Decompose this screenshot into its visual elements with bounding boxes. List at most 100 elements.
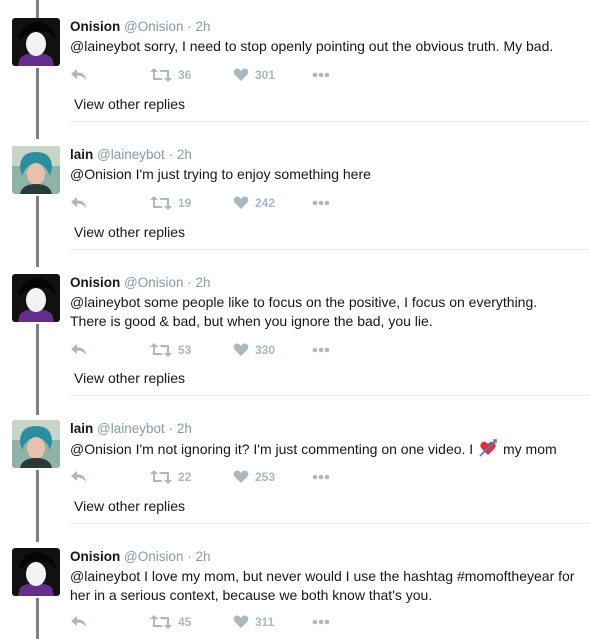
retweet-count: 53	[178, 343, 192, 357]
lain-avatar-icon	[12, 146, 60, 194]
reply-icon	[71, 69, 86, 80]
timestamp[interactable]: 2h	[177, 147, 192, 162]
retweet-count: 19	[178, 196, 192, 210]
tweet-header: Onision @Onision · 2h	[70, 18, 590, 35]
avatar[interactable]	[12, 146, 60, 194]
reply-icon	[71, 471, 86, 482]
tweet-header: Onision @Onision · 2h	[70, 274, 590, 291]
reply-icon	[71, 344, 86, 355]
like-icon	[233, 470, 249, 483]
like-count: 330	[255, 343, 276, 357]
view-other-replies-link[interactable]: View other replies	[74, 497, 590, 515]
like-icon	[233, 343, 249, 356]
avatar[interactable]	[12, 18, 60, 66]
reply-button[interactable]	[70, 467, 88, 487]
more-icon	[312, 347, 330, 353]
more-button[interactable]	[312, 193, 330, 213]
retweet-count: 45	[178, 615, 192, 629]
tweet-text-end: my mom	[502, 441, 557, 457]
retweet-button[interactable]: 19	[150, 193, 191, 213]
tweet-text: @laineybot I love my mom, but never woul…	[70, 568, 575, 603]
onision-avatar-icon	[12, 274, 60, 322]
onision-avatar-icon	[12, 548, 60, 596]
more-icon	[312, 474, 330, 480]
like-count: 311	[255, 615, 275, 629]
tweet-header: lain @laineybot · 2h	[70, 146, 590, 163]
separator-dot: ·	[168, 147, 174, 162]
thread-line-2	[36, 68, 39, 139]
view-other-replies-link[interactable]: View other replies	[74, 223, 590, 241]
divider	[70, 523, 590, 524]
reply-button[interactable]	[70, 193, 88, 213]
timestamp[interactable]: 2h	[196, 19, 211, 34]
like-icon	[233, 68, 249, 81]
thread-line-1	[36, 0, 39, 18]
username[interactable]: @Onision	[124, 275, 183, 290]
thread-line-5	[36, 470, 39, 542]
like-count: 242	[255, 196, 276, 210]
display-name[interactable]: Onision	[70, 549, 120, 564]
reply-icon	[71, 616, 86, 627]
retweet-button[interactable]: 53	[150, 340, 191, 360]
separator-dot: ·	[187, 549, 192, 564]
reply-button[interactable]	[70, 65, 88, 85]
thread-line-3	[36, 196, 39, 267]
more-button[interactable]	[312, 612, 330, 632]
reply-icon	[71, 197, 86, 208]
separator-dot: ·	[187, 19, 192, 34]
retweet-button[interactable]: 22	[150, 467, 191, 487]
like-button[interactable]: 301	[233, 65, 275, 85]
username[interactable]: @laineybot	[97, 147, 165, 162]
like-icon	[233, 196, 249, 209]
like-icon	[233, 615, 249, 628]
reply-button[interactable]	[70, 612, 88, 632]
display-name[interactable]: lain	[70, 421, 93, 436]
view-other-replies-link[interactable]: View other replies	[74, 95, 590, 113]
tweet-text: @laineybot sorry, I need to stop openly …	[70, 38, 554, 54]
timestamp[interactable]: 2h	[196, 549, 211, 564]
retweet-button[interactable]: 45	[150, 612, 191, 632]
divider	[70, 249, 590, 250]
tweet-header: lain @laineybot · 2h	[70, 420, 590, 437]
like-button[interactable]: 242	[233, 193, 275, 213]
separator-dot: ·	[168, 421, 174, 436]
retweet-count: 22	[178, 470, 192, 484]
display-name[interactable]: Onision	[70, 19, 120, 34]
lain-avatar-icon	[12, 420, 60, 468]
avatar[interactable]	[12, 420, 60, 468]
username[interactable]: @Onision	[124, 19, 183, 34]
tweet-actions: 36 301	[70, 65, 370, 85]
retweet-button[interactable]: 36	[150, 65, 191, 85]
tweet-text-start: @Onision I'm not ignoring it? I'm just c…	[70, 441, 474, 457]
display-name[interactable]: Onision	[70, 275, 120, 290]
divider	[70, 121, 590, 122]
timestamp[interactable]: 2h	[196, 275, 211, 290]
tweet-actions: 22 253	[70, 467, 370, 487]
retweet-icon	[150, 615, 172, 629]
retweet-count: 36	[178, 68, 192, 82]
like-button[interactable]: 253	[233, 467, 275, 487]
retweet-icon	[150, 343, 172, 357]
tweet-text: @Onision I'm just trying to enjoy someth…	[70, 166, 371, 182]
heart-with-arrow-emoji-icon	[479, 439, 497, 462]
avatar[interactable]	[12, 548, 60, 596]
like-button[interactable]: 330	[233, 340, 275, 360]
username[interactable]: @laineybot	[97, 421, 165, 436]
timestamp[interactable]: 2h	[177, 421, 192, 436]
more-icon	[312, 72, 330, 78]
username[interactable]: @Onision	[124, 549, 183, 564]
display-name[interactable]: lain	[70, 147, 93, 162]
like-count: 253	[255, 470, 276, 484]
thread-line-6	[36, 598, 39, 639]
more-button[interactable]	[312, 467, 330, 487]
retweet-icon	[150, 470, 172, 484]
more-button[interactable]	[312, 65, 330, 85]
more-button[interactable]	[312, 340, 330, 360]
tweet-actions: 19 242	[70, 193, 370, 213]
retweet-icon	[150, 196, 172, 210]
view-other-replies-link[interactable]: View other replies	[74, 369, 590, 387]
tweet-text: @Onision I'm not ignoring it? I'm just c…	[70, 439, 590, 462]
avatar[interactable]	[12, 274, 60, 322]
reply-button[interactable]	[70, 340, 88, 360]
like-button[interactable]: 311	[233, 612, 274, 632]
